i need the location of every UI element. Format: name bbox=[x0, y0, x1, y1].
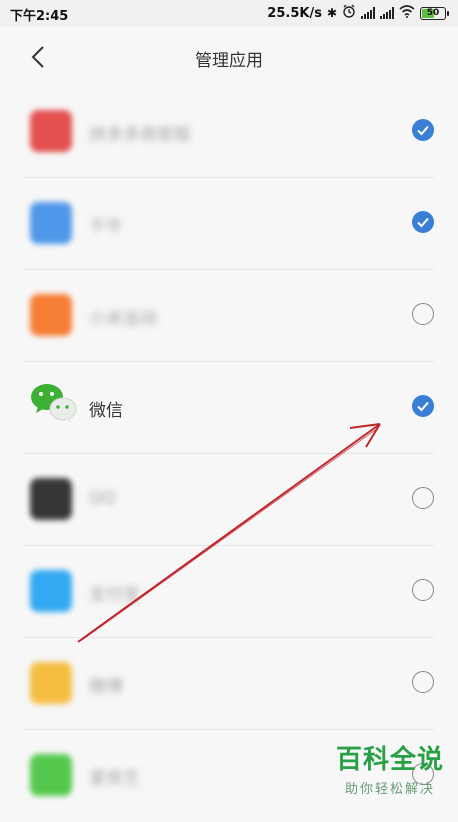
unchecked-icon[interactable] bbox=[412, 487, 434, 509]
page-title: 管理应用 bbox=[195, 51, 263, 71]
watermark-title: 百科全说 bbox=[335, 745, 444, 775]
app-list: 拼多多商家版 千牛小米运动微信 QQ 支付宝微博爱奇艺 bbox=[0, 86, 458, 822]
signal-icon-1 bbox=[361, 7, 375, 19]
network-speed: 25.5K/s bbox=[267, 5, 322, 21]
mi-fit-icon bbox=[30, 294, 72, 336]
app-row[interactable]: 小米运动 bbox=[24, 270, 434, 362]
wechat-icon bbox=[30, 382, 77, 424]
pinduoduo-icon bbox=[30, 110, 72, 152]
checked-icon[interactable] bbox=[412, 211, 434, 233]
iqiyi-icon bbox=[30, 754, 72, 796]
alarm-icon bbox=[342, 4, 356, 22]
battery-icon: 50 bbox=[420, 6, 449, 20]
watermark: 百科全说 助你轻松解决 bbox=[336, 739, 444, 797]
app-name: 支付宝 bbox=[89, 585, 140, 605]
qq-icon bbox=[30, 478, 72, 520]
unchecked-icon[interactable] bbox=[412, 579, 434, 601]
app-row[interactable]: 微博 bbox=[24, 638, 434, 730]
app-name: 拼多多商家版 bbox=[89, 125, 191, 145]
battery-level: 50 bbox=[426, 8, 440, 18]
checked-icon[interactable] bbox=[412, 119, 434, 141]
app-row[interactable]: 千牛 bbox=[24, 178, 434, 270]
app-row[interactable]: QQ bbox=[24, 454, 434, 546]
app-name: 爱奇艺 bbox=[89, 769, 140, 789]
app-name: 微博 bbox=[89, 677, 123, 697]
app-row[interactable]: 拼多多商家版 bbox=[24, 86, 434, 178]
app-row[interactable]: 微信 bbox=[24, 362, 434, 454]
wifi-icon bbox=[399, 4, 415, 22]
title-bar: 管理应用 bbox=[0, 26, 458, 86]
app-row[interactable]: 支付宝 bbox=[24, 546, 434, 638]
signal-icon-2 bbox=[380, 7, 394, 19]
qianniu-icon bbox=[30, 202, 72, 244]
status-time: 下午2:45 bbox=[10, 9, 69, 24]
alipay-icon bbox=[30, 570, 72, 612]
checked-icon[interactable] bbox=[412, 395, 434, 417]
unchecked-icon[interactable] bbox=[412, 303, 434, 325]
app-name: 小米运动 bbox=[89, 309, 157, 329]
status-bar: 下午2:45 25.5K/s ✱ 50 bbox=[0, 0, 458, 26]
app-name: 千牛 bbox=[89, 217, 123, 237]
weibo-icon bbox=[30, 662, 72, 704]
status-indicators: 25.5K/s ✱ 50 bbox=[267, 4, 449, 22]
app-name: 微信 bbox=[89, 401, 123, 421]
watermark-subtitle: 助你轻松解决 bbox=[344, 782, 435, 797]
unchecked-icon[interactable] bbox=[412, 671, 434, 693]
app-name: QQ bbox=[89, 488, 116, 508]
bluetooth-icon: ✱ bbox=[326, 6, 337, 20]
